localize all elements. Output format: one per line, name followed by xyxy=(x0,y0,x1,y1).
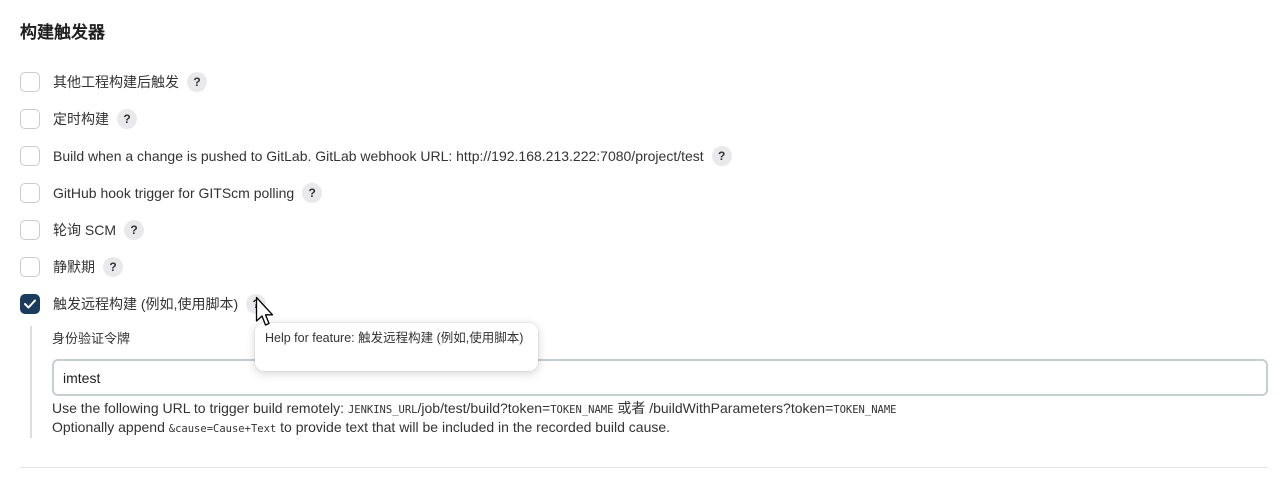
help-icon[interactable]: ? xyxy=(117,109,137,129)
github-hook-label[interactable]: GitHub hook trigger for GITScm polling xyxy=(53,185,294,201)
help-icon[interactable]: ? xyxy=(302,183,323,203)
remote-build-config: 身份验证令牌 Use the following URL to trigger … xyxy=(30,326,1272,438)
help-icon[interactable]: ? xyxy=(711,146,732,166)
token-name-code: TOKEN_NAME xyxy=(550,404,614,416)
quiet-period-checkbox[interactable] xyxy=(20,257,40,277)
build-path-text: /job/test/build?token= xyxy=(417,400,551,416)
cause-help: Optionally append &cause=Cause+Text to p… xyxy=(52,419,670,435)
trigger-row-quiet-period: 静默期 ? xyxy=(20,256,123,278)
help-icon[interactable]: ? xyxy=(124,220,144,240)
trigger-row-poll-scm: 轮询 SCM ? xyxy=(20,219,144,241)
help-tooltip: Help for feature: 触发远程构建 (例如,使用脚本) xyxy=(255,323,538,371)
trigger-url-help-prefix: Use the following URL to trigger build r… xyxy=(52,400,348,416)
section-title: 构建触发器 xyxy=(20,23,105,42)
cause-help-suffix: to provide text that will be included in… xyxy=(276,419,671,435)
trigger-row-periodic-build: 定时构建 ? xyxy=(20,108,137,130)
quiet-period-label[interactable]: 静默期 xyxy=(53,257,95,277)
poll-scm-checkbox[interactable] xyxy=(20,220,40,240)
periodic-build-label[interactable]: 定时构建 xyxy=(53,109,109,129)
trigger-row-github-hook: GitHub hook trigger for GITScm polling ? xyxy=(20,182,323,204)
trigger-row-remote-build: 触发远程构建 (例如,使用脚本) ? xyxy=(20,293,267,315)
help-icon[interactable]: ? xyxy=(103,257,123,277)
trigger-row-gitlab-push: Build when a change is pushed to GitLab.… xyxy=(20,145,732,167)
section-divider xyxy=(20,467,1268,468)
remote-build-label[interactable]: 触发远程构建 (例如,使用脚本) xyxy=(53,294,238,314)
auth-token-input[interactable] xyxy=(52,359,1268,396)
build-with-params-text: 或者 /buildWithParameters?token= xyxy=(613,400,834,416)
help-icon[interactable]: ? xyxy=(187,72,207,92)
periodic-build-checkbox[interactable] xyxy=(20,109,40,129)
checkmark-icon xyxy=(24,299,36,309)
cause-help-prefix: Optionally append xyxy=(52,419,169,435)
gitlab-push-label[interactable]: Build when a change is pushed to GitLab.… xyxy=(53,148,704,164)
trigger-url-help: Use the following URL to trigger build r… xyxy=(52,398,896,418)
remote-build-checkbox[interactable] xyxy=(20,294,40,314)
trigger-row-build-after-other-projects: 其他工程构建后触发 ? xyxy=(20,71,207,93)
token-name-code: TOKEN_NAME xyxy=(833,404,897,416)
help-icon[interactable]: ? xyxy=(246,294,267,314)
gitlab-push-checkbox[interactable] xyxy=(20,146,40,166)
build-after-other-projects-label[interactable]: 其他工程构建后触发 xyxy=(53,72,179,92)
build-after-other-projects-checkbox[interactable] xyxy=(20,72,40,92)
poll-scm-label[interactable]: 轮询 SCM xyxy=(53,220,116,240)
github-hook-checkbox[interactable] xyxy=(20,183,40,203)
auth-token-label: 身份验证令牌 xyxy=(52,331,131,346)
cause-code: &cause=Cause+Text xyxy=(168,423,277,435)
jenkins-url-code: JENKINS_URL xyxy=(347,404,418,416)
